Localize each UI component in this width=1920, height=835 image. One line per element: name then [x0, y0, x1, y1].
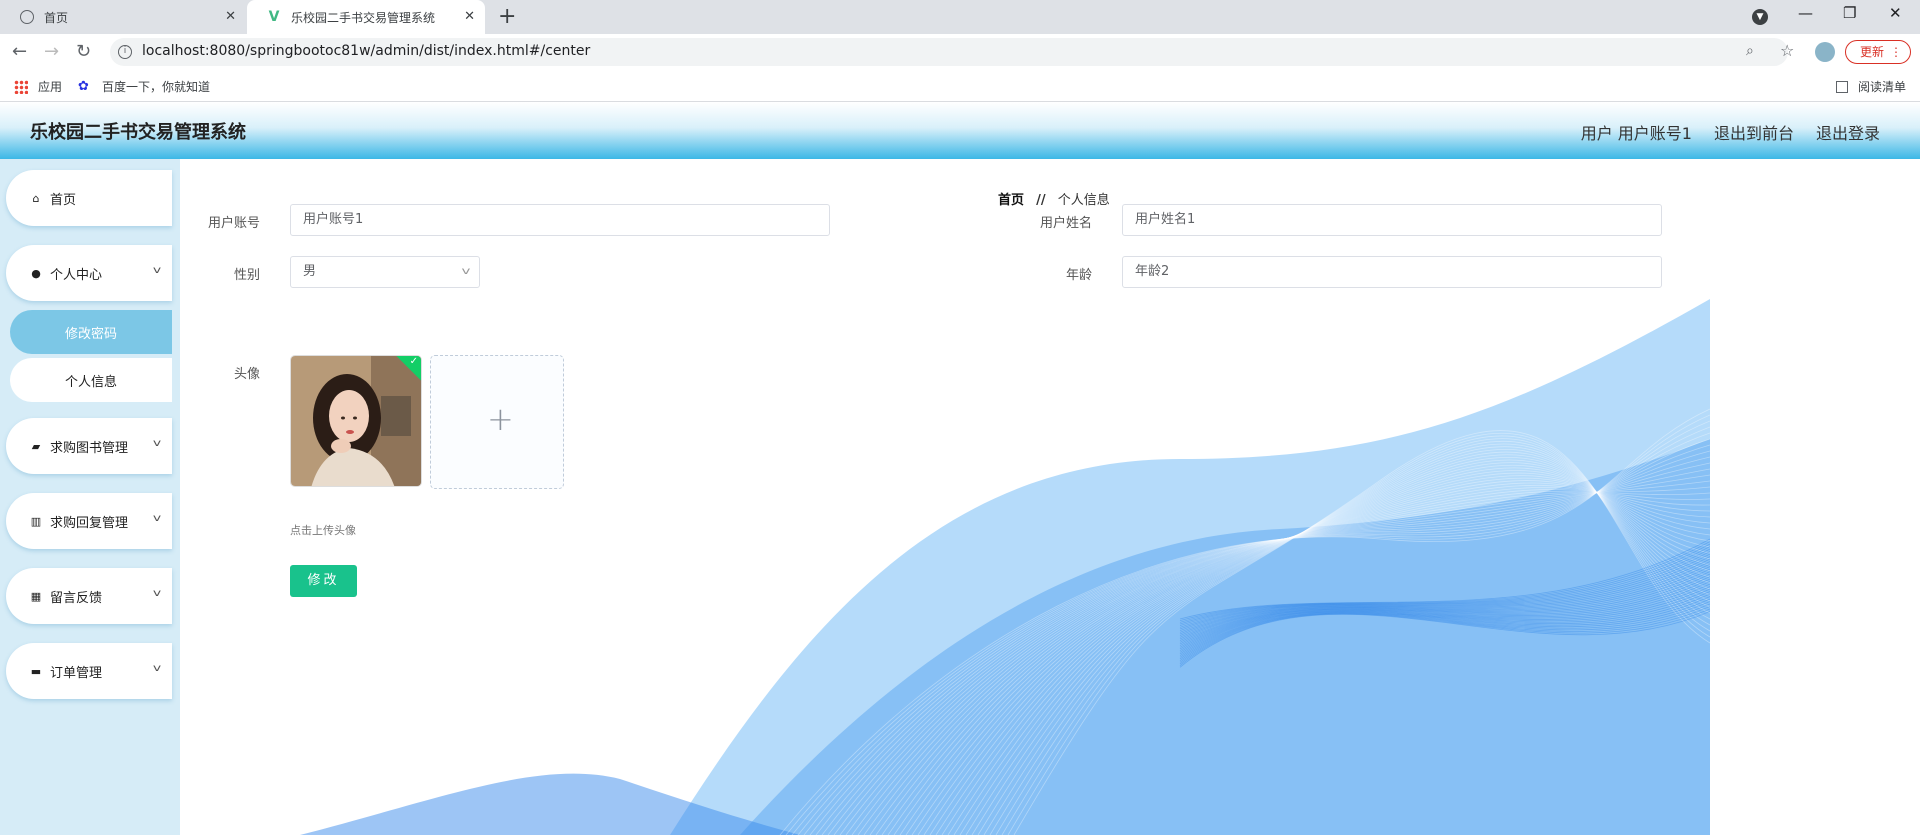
name-input[interactable]: 用户姓名1 — [1122, 204, 1662, 236]
sidebar-subitem-personal-info[interactable]: 个人信息 — [10, 358, 172, 402]
gender-select[interactable]: 男 v — [290, 256, 480, 288]
site-info-icon[interactable]: i — [118, 45, 132, 59]
main-content: 首页 // 个人信息 用户账号 用户账号1 用户姓名 用户姓名1 性别 男 v … — [180, 159, 1710, 835]
sidebar-item-home[interactable]: ⌂ 首页 — [6, 170, 172, 226]
bookmark-baidu[interactable]: ✿ 百度一下，你就知道 — [78, 78, 210, 95]
chevron-down-icon: v — [461, 266, 471, 277]
submit-button[interactable]: 修改 — [290, 565, 357, 597]
app-title: 乐校园二手书交易管理系统 — [30, 122, 246, 143]
chevron-down-icon: v — [152, 513, 162, 524]
avatar-photo — [291, 356, 421, 486]
breadcrumb-separator: // — [1036, 193, 1046, 208]
sidebar-item-request-replies[interactable]: ▥ 求购回复管理 v — [6, 493, 172, 549]
tab-title: 乐校园二手书交易管理系统 — [291, 10, 436, 25]
sidebar: ⌂ 首页 ● 个人中心 v 修改密码 个人信息 ▰ 求购图书管理 v ▥ 求购回… — [0, 159, 180, 835]
minimize-icon[interactable]: — — [1798, 4, 1813, 22]
browser-tab-home[interactable]: 首页 ✕ — [0, 0, 246, 34]
grid-icon: ▦ — [30, 589, 42, 603]
avatar-label: 头像 — [233, 367, 260, 382]
gender-value: 男 — [303, 264, 317, 279]
breadcrumb-home[interactable]: 首页 — [998, 193, 1024, 208]
book-request-icon: ▰ — [31, 439, 41, 453]
sidebar-item-label: 留言反馈 — [50, 590, 103, 606]
breadcrumb-current: 个人信息 — [1057, 193, 1110, 208]
plus-icon: + — [487, 400, 514, 438]
chevron-down-icon: v — [152, 265, 162, 276]
bookmark-label: 百度一下，你就知道 — [102, 80, 211, 94]
tab-title: 首页 — [44, 10, 69, 25]
sidebar-item-label: 订单管理 — [50, 665, 103, 681]
apps-grid-icon — [14, 79, 28, 94]
forward-icon[interactable]: → — [44, 41, 59, 62]
account-label: 用户账号 — [207, 216, 260, 231]
gender-label: 性别 — [233, 268, 260, 283]
sidebar-item-label: 个人中心 — [50, 267, 103, 283]
to-front-link[interactable]: 退出到前台 — [1714, 120, 1794, 144]
account-input[interactable]: 用户账号1 — [290, 204, 830, 236]
avatar-upload-box[interactable]: + — [430, 355, 564, 489]
vue-icon: V — [268, 9, 280, 25]
browser-tab-active[interactable]: V 乐校园二手书交易管理系统 ✕ — [247, 0, 485, 34]
header-actions: 用户 用户账号1 退出到前台 退出登录 — [1581, 120, 1880, 144]
reload-icon[interactable]: ↻ — [76, 41, 91, 62]
upload-tip: 点击上传头像 — [290, 524, 356, 537]
globe-icon — [20, 10, 34, 24]
logout-link[interactable]: 退出登录 — [1816, 120, 1880, 144]
user-icon: ● — [31, 266, 41, 280]
chevron-down-icon: v — [152, 588, 162, 599]
sidebar-item-orders[interactable]: ▬ 订单管理 v — [6, 643, 172, 699]
name-label: 用户姓名 — [1039, 216, 1092, 231]
check-icon: ✓ — [409, 356, 418, 367]
home-icon: ⌂ — [32, 191, 40, 205]
age-label: 年龄 — [1065, 268, 1092, 283]
update-label: 更新 — [1860, 45, 1885, 59]
reading-list-icon — [1836, 80, 1848, 93]
update-button[interactable]: 更新 ⋮ — [1845, 40, 1911, 64]
chevron-down-icon: v — [152, 663, 162, 674]
bookmark-apps[interactable]: 应用 — [14, 78, 62, 95]
close-icon[interactable]: ✕ — [464, 9, 475, 24]
sidebar-item-label: 个人信息 — [64, 374, 117, 390]
tab-search-icon[interactable]: ▼ — [1752, 9, 1768, 25]
sidebar-item-label: 求购回复管理 — [50, 515, 129, 531]
sidebar-subitem-change-password[interactable]: 修改密码 — [10, 310, 172, 354]
profile-avatar[interactable] — [1815, 42, 1835, 62]
restore-icon[interactable]: ❐ — [1843, 4, 1856, 22]
new-tab-button[interactable]: + — [498, 4, 516, 30]
breadcrumb: 首页 // 个人信息 — [998, 189, 1110, 208]
app-header: 乐校园二手书交易管理系统 用户 用户账号1 退出到前台 退出登录 — [0, 102, 1920, 159]
sidebar-item-label: 首页 — [50, 192, 77, 208]
age-input[interactable]: 年龄2 — [1122, 256, 1662, 288]
bookmark-star-icon[interactable]: ☆ — [1780, 41, 1794, 60]
reading-list[interactable]: 阅读清单 — [1836, 78, 1906, 95]
baidu-paw-icon: ✿ — [78, 78, 89, 94]
url-text[interactable]: localhost:8080/springbootoc81w/admin/dis… — [142, 43, 590, 59]
browser-tab-strip: 首页 ✕ V 乐校园二手书交易管理系统 ✕ + ▼ — ❐ ✕ — [0, 0, 1920, 34]
close-icon[interactable]: ✕ — [225, 9, 236, 24]
address-bar-row: ← → ↻ i localhost:8080/springbootoc81w/a… — [0, 34, 1920, 70]
sidebar-item-personal-center[interactable]: ● 个人中心 v — [6, 245, 172, 301]
reading-list-label: 阅读清单 — [1858, 80, 1907, 94]
sidebar-item-book-requests[interactable]: ▰ 求购图书管理 v — [6, 418, 172, 474]
url-bar[interactable]: i localhost:8080/springbootoc81w/admin/d… — [110, 38, 1794, 66]
back-icon[interactable]: ← — [12, 41, 27, 62]
order-icon: ▬ — [30, 664, 42, 678]
sidebar-item-feedback[interactable]: ▦ 留言反馈 v — [6, 568, 172, 624]
avatar-image[interactable]: ✓ — [290, 355, 422, 487]
chevron-down-icon: v — [152, 438, 162, 449]
bookmarks-bar: 应用 ✿ 百度一下，你就知道 阅读清单 — [0, 70, 1920, 102]
current-user: 用户 用户账号1 — [1580, 124, 1692, 143]
sidebar-item-label: 求购图书管理 — [50, 440, 129, 456]
sidebar-item-label: 修改密码 — [64, 326, 117, 342]
window-close-icon[interactable]: ✕ — [1889, 4, 1902, 22]
more-menu-icon[interactable]: ⋮ — [1890, 41, 1902, 63]
bookmark-label: 应用 — [38, 80, 63, 94]
zoom-icon[interactable]: ⌕ — [1746, 43, 1754, 59]
books-icon: ▥ — [30, 514, 42, 528]
